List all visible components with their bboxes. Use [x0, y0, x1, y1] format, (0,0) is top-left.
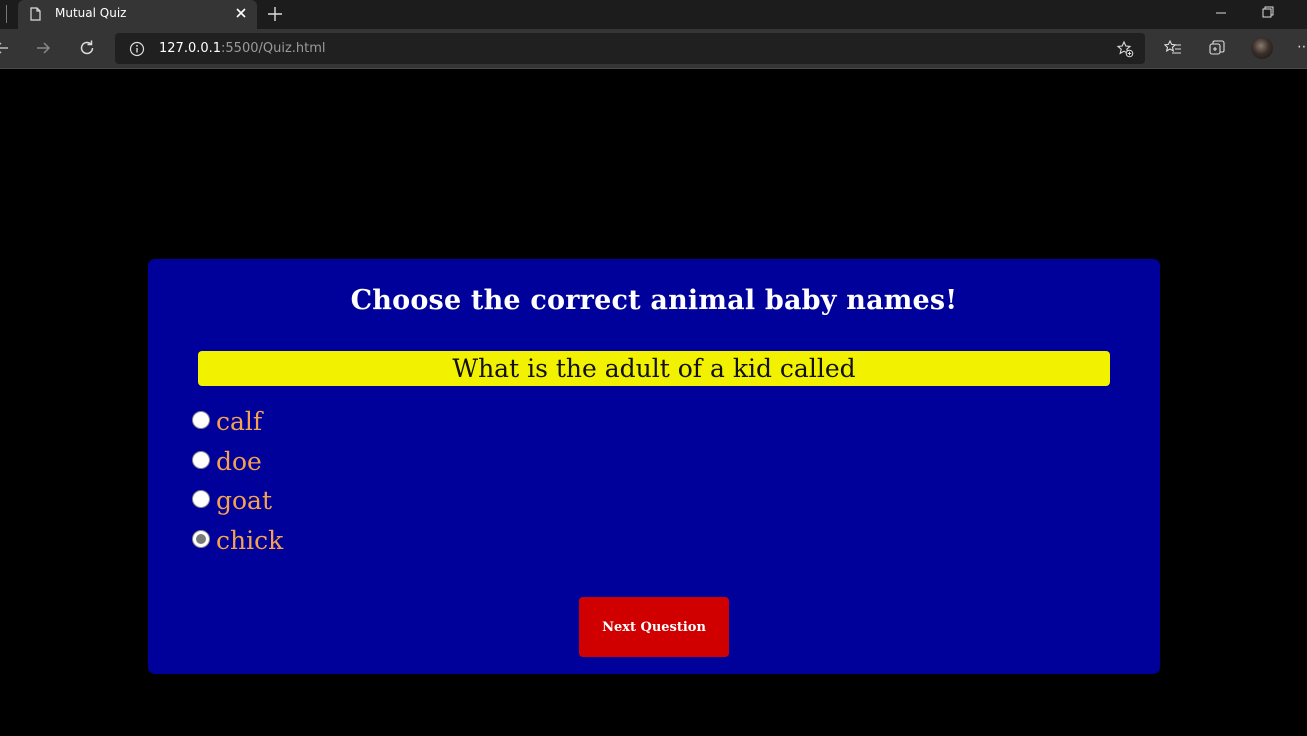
- forward-icon[interactable]: [33, 38, 53, 58]
- favorites-icon[interactable]: [1164, 39, 1182, 57]
- radio-button[interactable]: [192, 490, 210, 508]
- option-label[interactable]: calf: [216, 407, 262, 436]
- browser-tab-bar: Mutual Quiz: [0, 0, 1307, 29]
- collections-icon[interactable]: [1208, 39, 1226, 57]
- more-menu-icon[interactable]: ⋯: [1297, 39, 1307, 55]
- url-text[interactable]: 127.0.0.1:5500/Quiz.html: [159, 41, 326, 56]
- next-question-button[interactable]: Next Question: [579, 597, 729, 657]
- add-favorite-icon[interactable]: [1116, 40, 1134, 58]
- back-icon[interactable]: [0, 38, 12, 58]
- new-tab-icon[interactable]: [267, 6, 283, 22]
- page-viewport: Choose the correct animal baby names! Wh…: [0, 69, 1307, 736]
- quiz-card: Choose the correct animal baby names! Wh…: [148, 259, 1160, 674]
- option-label[interactable]: doe: [216, 447, 262, 476]
- browser-toolbar: 127.0.0.1:5500/Quiz.html ⋯: [0, 29, 1307, 69]
- option-label[interactable]: chick: [216, 526, 283, 555]
- url-path: :5500/Quiz.html: [221, 41, 326, 56]
- info-icon[interactable]: [129, 41, 145, 57]
- option-label[interactable]: goat: [216, 486, 272, 515]
- active-tab[interactable]: Mutual Quiz: [18, 0, 257, 29]
- radio-button[interactable]: [192, 450, 210, 469]
- quiz-heading: Choose the correct animal baby names!: [350, 285, 958, 316]
- radio-button[interactable]: [192, 411, 210, 429]
- page-icon: [30, 7, 41, 21]
- close-tab-icon[interactable]: [234, 6, 248, 20]
- restore-icon[interactable]: [1261, 5, 1275, 19]
- reload-icon[interactable]: [77, 38, 97, 58]
- tab-title: Mutual Quiz: [55, 6, 127, 20]
- minimize-icon[interactable]: [1214, 6, 1228, 20]
- address-bar[interactable]: 127.0.0.1:5500/Quiz.html: [115, 33, 1145, 64]
- question-text: What is the adult of a kid called: [198, 351, 1110, 386]
- radio-button-selected[interactable]: [192, 529, 210, 548]
- previous-tab-edge[interactable]: [0, 5, 7, 23]
- url-host: 127.0.0.1: [159, 41, 222, 56]
- profile-avatar[interactable]: [1251, 37, 1273, 59]
